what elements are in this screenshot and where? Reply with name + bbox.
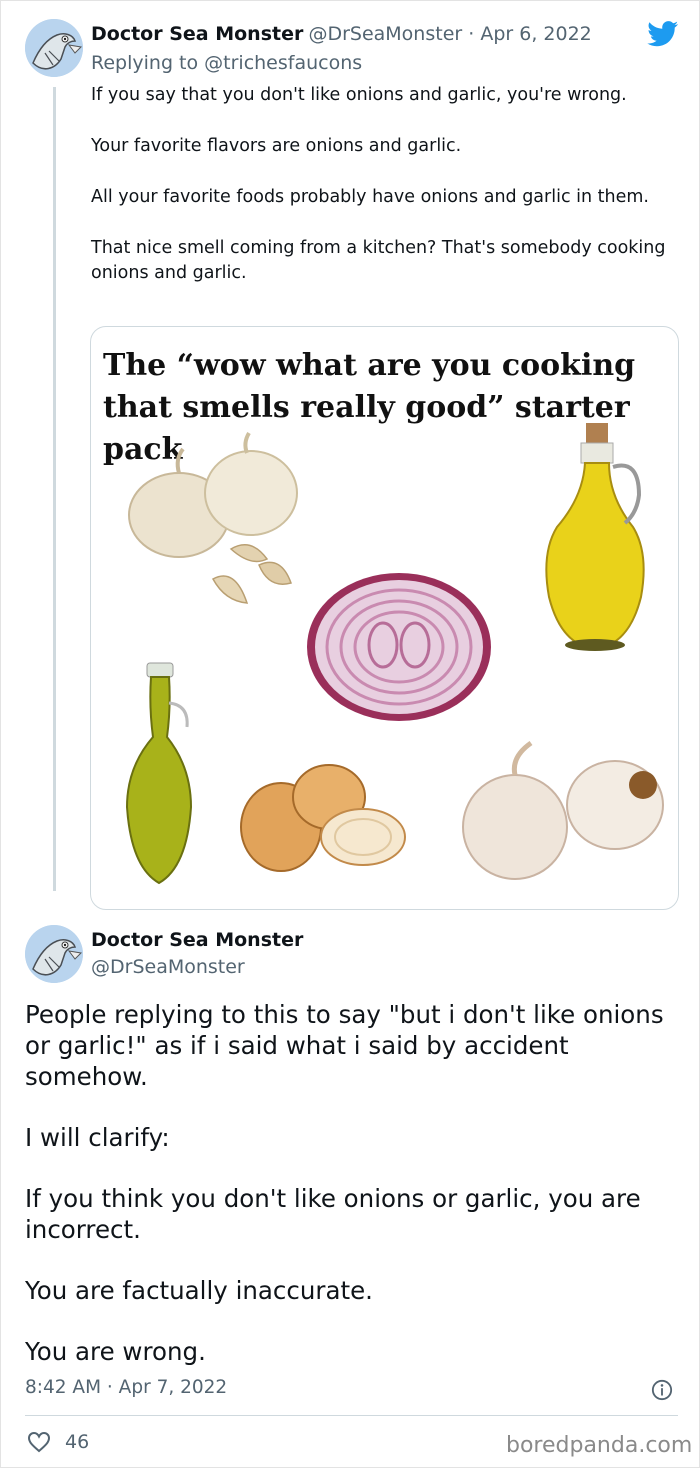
author-handle[interactable]: @DrSeaMonster	[308, 23, 462, 45]
olive-oil-bottle	[545, 423, 645, 651]
replying-to-link[interactable]: @trichesfaucons	[204, 52, 362, 74]
olive-oil-carafe	[125, 662, 193, 885]
tweet-paragraph: If you say that you don't like onions an…	[91, 85, 627, 105]
tweet-paragraph: I will clarify:	[25, 1123, 170, 1152]
tweet-date[interactable]: Apr 6, 2022	[480, 23, 591, 45]
tweet-paragraph: People replying to this to say "but i do…	[25, 1000, 664, 1091]
tweet1-header: Doctor Sea Monster @DrSeaMonster · Apr 6…	[91, 23, 592, 45]
tweet2-text: People replying to this to say "but i do…	[25, 999, 680, 1397]
author-handle[interactable]: @DrSeaMonster	[91, 956, 245, 978]
info-icon[interactable]	[651, 1379, 673, 1401]
tweet-paragraph: All your favorite foods probably have on…	[91, 187, 649, 207]
watermark: boredpanda.com	[506, 1433, 693, 1458]
avatar[interactable]	[25, 19, 83, 77]
garlic-heads	[462, 740, 664, 880]
red-onion-slice	[307, 573, 491, 721]
twitter-bird-icon	[647, 21, 679, 47]
tweet-card: Doctor Sea Monster @DrSeaMonster · Apr 6…	[0, 0, 700, 1468]
tweet-paragraph: You are wrong.	[25, 1337, 206, 1366]
author-name[interactable]: Doctor Sea Monster	[91, 929, 303, 951]
thread-line	[53, 87, 56, 891]
tweet-paragraph: That nice smell coming from a kitchen? T…	[91, 238, 666, 283]
author-name[interactable]: Doctor Sea Monster	[91, 23, 303, 45]
tweet-timestamp[interactable]: 8:42 AM · Apr 7, 2022	[25, 1377, 227, 1398]
tweet-paragraph: Your favorite flavors are onions and gar…	[91, 136, 462, 156]
heart-icon[interactable]	[27, 1431, 51, 1453]
tweet-media-image[interactable]: The “wow what are you cooking that smell…	[90, 326, 679, 910]
tweet-paragraph: If you think you don't like onions or ga…	[25, 1184, 641, 1244]
divider	[25, 1415, 678, 1416]
replying-to: Replying to @trichesfaucons	[91, 52, 363, 74]
like-count: 46	[65, 1431, 90, 1453]
yellow-onions	[240, 764, 406, 872]
starter-pack-illustration	[125, 423, 664, 885]
avatar[interactable]	[25, 925, 83, 983]
garlic-bulbs	[128, 431, 298, 604]
tweet-paragraph: You are factually inaccurate.	[25, 1276, 373, 1305]
tweet1-text: If you say that you don't like onions an…	[91, 83, 681, 312]
